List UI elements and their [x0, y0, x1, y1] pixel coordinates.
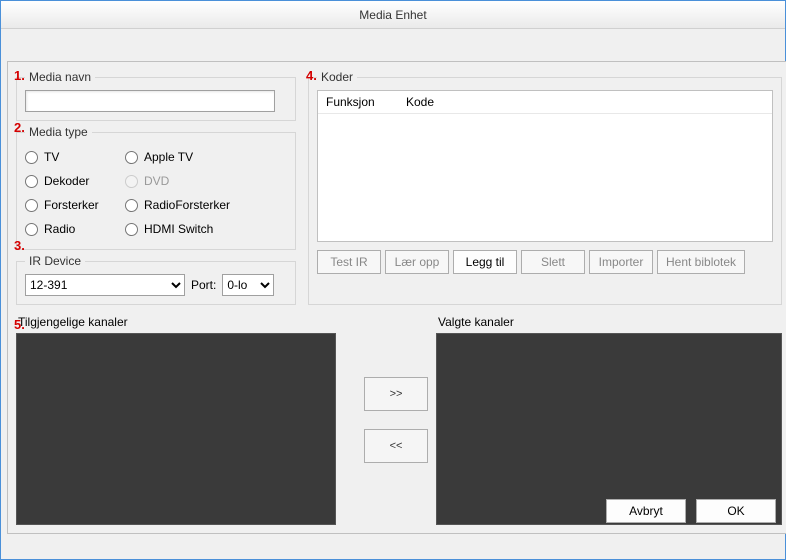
- step-1-label: 1.: [14, 68, 25, 83]
- tilgjengelige-list[interactable]: [16, 333, 336, 525]
- koder-legend: Koder: [317, 70, 357, 84]
- valgte-label: Valgte kanaler: [438, 315, 782, 329]
- ir-device-group: IR Device 12-391 Port: 0-lo: [16, 254, 296, 305]
- media-navn-group: Media navn: [16, 70, 296, 121]
- col-funksjon[interactable]: Funksjon: [326, 95, 406, 109]
- kanaler-transfer-buttons: >> <<: [366, 315, 426, 525]
- radio-forsterker[interactable]: Forsterker: [25, 197, 125, 213]
- tilgjengelige-label: Tilgjengelige kanaler: [18, 315, 356, 329]
- slett-button: Slett: [521, 250, 585, 274]
- radio-dekoder[interactable]: Dekoder: [25, 173, 125, 189]
- dialog-window: Media Enhet 1. Media navn 2. Media type …: [0, 0, 786, 560]
- koder-table[interactable]: Funksjon Kode: [317, 90, 773, 242]
- radio-tv[interactable]: TV: [25, 149, 125, 165]
- importer-button: Importer: [589, 250, 653, 274]
- step-2-label: 2.: [14, 120, 25, 135]
- koder-button-row: Test IR Lær opp Legg til Slett Importer …: [317, 250, 773, 274]
- hent-biblotek-button: Hent biblotek: [657, 250, 745, 274]
- ok-button[interactable]: OK: [696, 499, 776, 523]
- port-label: Port:: [191, 278, 216, 292]
- radio-radioforsterker[interactable]: RadioForsterker: [125, 197, 265, 213]
- kanaler-row: Tilgjengelige kanaler >> << Valgte kanal…: [16, 315, 782, 525]
- col-kode[interactable]: Kode: [406, 95, 764, 109]
- koder-group: Koder Funksjon Kode Test IR Lær opp Legg…: [308, 70, 782, 305]
- avbryt-button[interactable]: Avbryt: [606, 499, 686, 523]
- media-navn-legend: Media navn: [25, 70, 95, 84]
- radio-radio[interactable]: Radio: [25, 221, 125, 237]
- laer-opp-button: Lær opp: [385, 250, 449, 274]
- ir-device-select[interactable]: 12-391: [25, 274, 185, 296]
- valgte-list[interactable]: [436, 333, 782, 525]
- titlebar: Media Enhet: [1, 1, 785, 29]
- dialog-content: 1. Media navn 2. Media type TV Dekoder F…: [7, 61, 786, 534]
- step-4-label: 4.: [306, 68, 317, 83]
- media-type-group: Media type TV Dekoder Forsterker Radio A…: [16, 125, 296, 250]
- media-type-legend: Media type: [25, 125, 92, 139]
- add-channel-button[interactable]: >>: [364, 377, 428, 411]
- test-ir-button: Test IR: [317, 250, 381, 274]
- radio-hdmi-switch[interactable]: HDMI Switch: [125, 221, 265, 237]
- remove-channel-button[interactable]: <<: [364, 429, 428, 463]
- radio-apple-tv[interactable]: Apple TV: [125, 149, 265, 165]
- step-3-label: 3.: [14, 238, 25, 253]
- dialog-button-row: Avbryt OK: [606, 499, 776, 523]
- ir-port-select[interactable]: 0-lo: [222, 274, 274, 296]
- ir-device-legend: IR Device: [25, 254, 85, 268]
- media-navn-input[interactable]: [25, 90, 275, 112]
- koder-table-header: Funksjon Kode: [318, 91, 772, 114]
- radio-dvd: DVD: [125, 173, 265, 189]
- legg-til-button[interactable]: Legg til: [453, 250, 517, 274]
- step-5-label: 5.: [14, 317, 25, 332]
- window-title: Media Enhet: [359, 8, 426, 22]
